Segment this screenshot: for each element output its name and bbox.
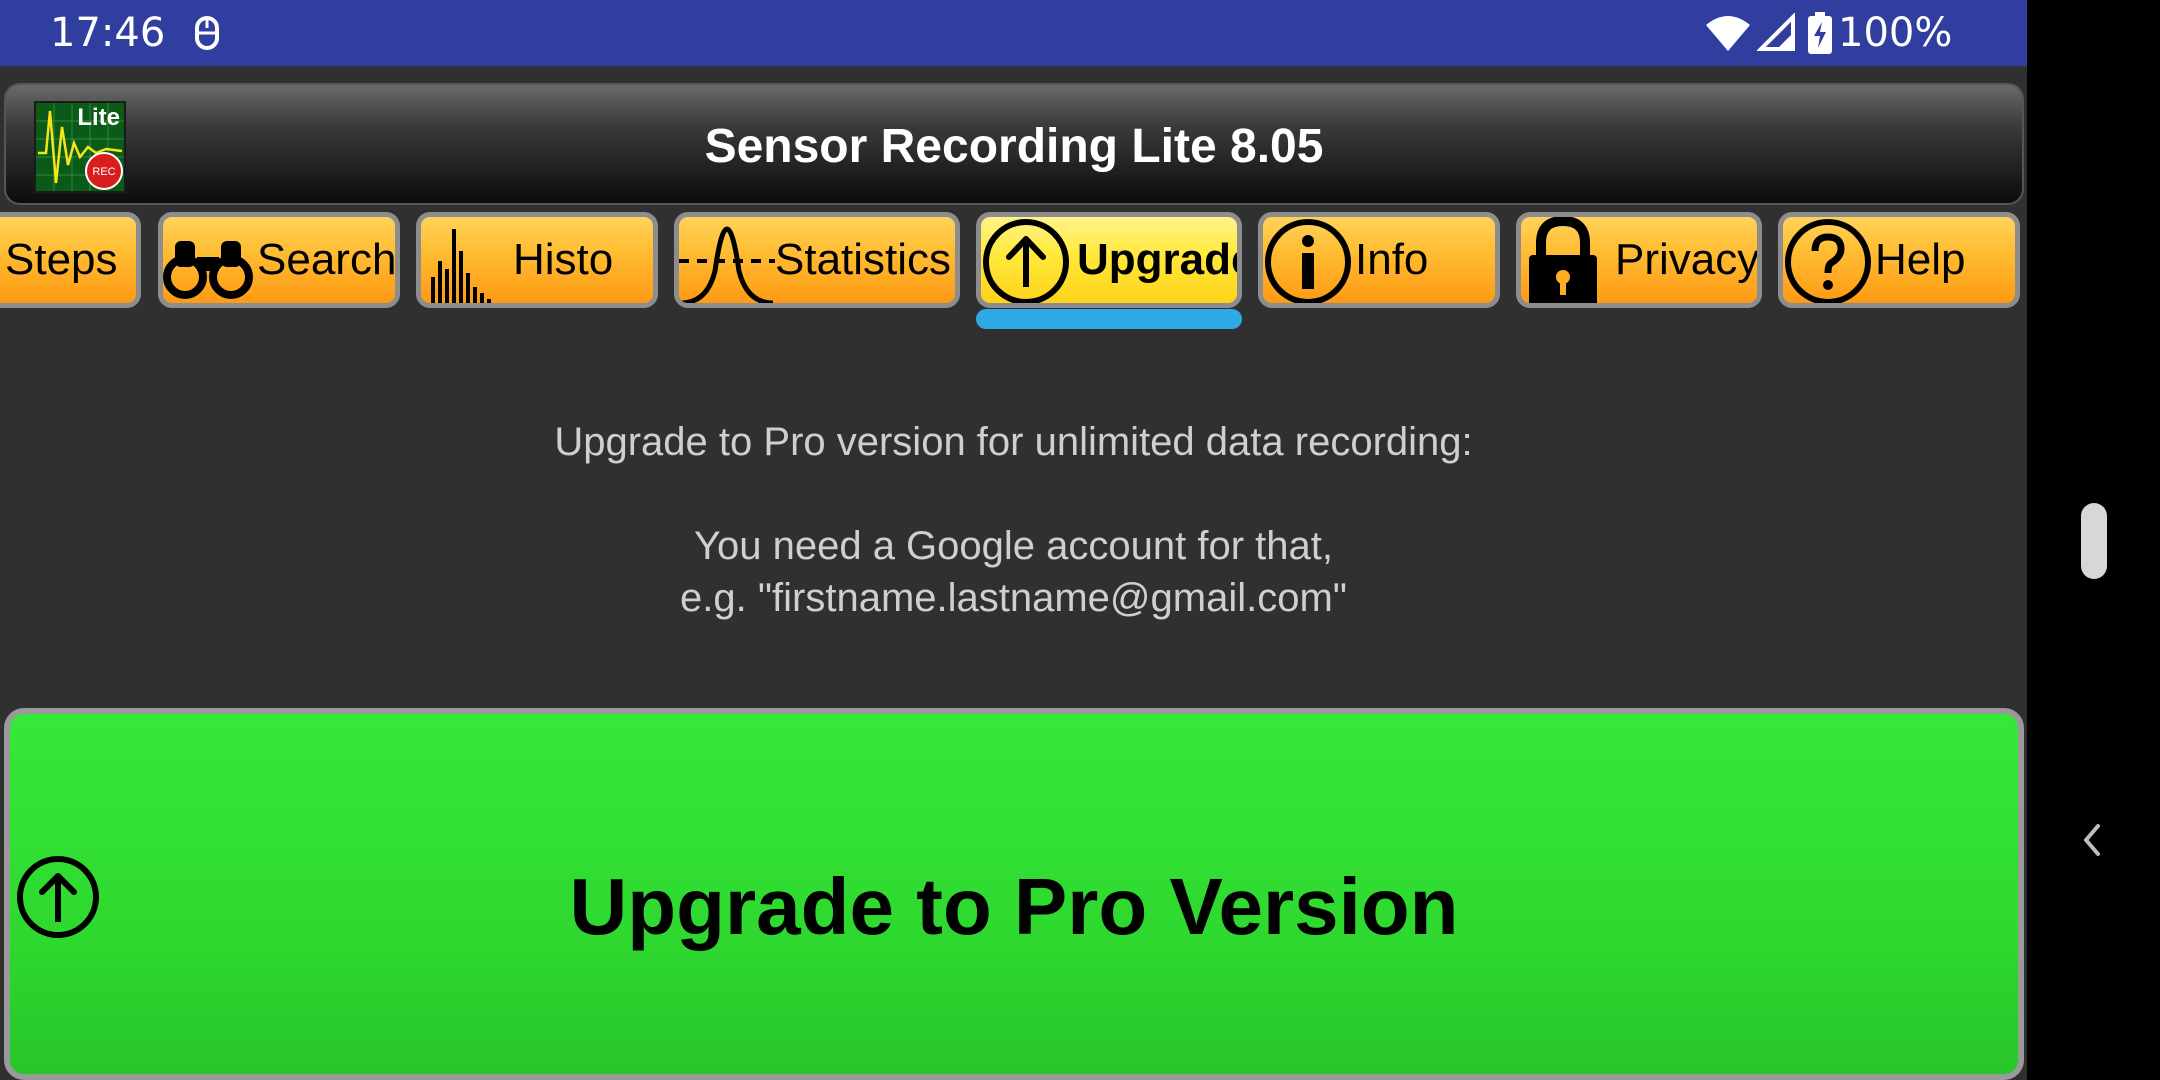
battery-percent: 100%	[1838, 10, 1953, 56]
tab-help[interactable]: Help	[1778, 212, 2020, 308]
app-screen: 17:46 100% Lite REC Sensor Recording Lit…	[0, 0, 2027, 1080]
battery-charging-icon	[1808, 12, 1832, 54]
tab-info[interactable]: Info	[1258, 212, 1500, 308]
upgrade-to-pro-button[interactable]: Upgrade to Pro Version	[4, 708, 2024, 1080]
scroll-handle[interactable]	[2081, 503, 2107, 579]
help-icon	[1785, 219, 1871, 303]
notification-icon	[195, 16, 219, 50]
lock-icon	[1529, 217, 1597, 303]
tab-statistics[interactable]: Statistics	[674, 212, 960, 308]
tab-label: Histo	[513, 235, 614, 284]
bell-curve-icon	[679, 226, 775, 303]
tab-label: Help	[1875, 235, 1966, 284]
tab-search[interactable]: Search	[158, 212, 400, 308]
tab-label: Info	[1355, 235, 1429, 284]
signal-icon	[1757, 13, 1795, 51]
tab-upgrade[interactable]: Upgrade	[976, 212, 1242, 308]
google-account-text: You need a Google account for that,	[693, 524, 1333, 568]
app-title-bar: Lite REC Sensor Recording Lite 8.05	[4, 83, 2024, 205]
arrow-up-circle-icon	[983, 219, 1069, 303]
email-example-text: e.g. "firstname.lastname@gmail.com"	[679, 576, 1347, 620]
upgrade-button-label: Upgrade to Pro Version	[569, 862, 1459, 951]
status-time: 17:46	[50, 10, 166, 56]
status-icons	[1705, 12, 1833, 54]
histogram-icon	[431, 229, 491, 303]
tab-label: Statistics	[775, 235, 952, 284]
status-bar: 17:46 100%	[0, 0, 2027, 66]
tab-steps[interactable]: Steps	[0, 212, 141, 308]
tab-label: Steps	[5, 235, 118, 284]
tab-privacy[interactable]: Privacy	[1516, 212, 1762, 308]
upgrade-intro-text: Upgrade to Pro version for unlimited dat…	[554, 420, 1473, 464]
tab-label: Search	[257, 235, 397, 284]
tab-label: Upgrade	[1077, 235, 1242, 284]
wifi-icon	[1706, 16, 1750, 51]
binoculars-icon	[163, 241, 253, 299]
active-tab-indicator	[976, 309, 1242, 329]
tab-label: Privacy	[1615, 235, 1760, 284]
tab-histo[interactable]: Histo	[416, 212, 658, 308]
chevron-left-icon[interactable]	[2080, 822, 2104, 858]
info-icon	[1265, 219, 1351, 303]
app-title: Sensor Recording Lite 8.05	[704, 120, 1324, 173]
